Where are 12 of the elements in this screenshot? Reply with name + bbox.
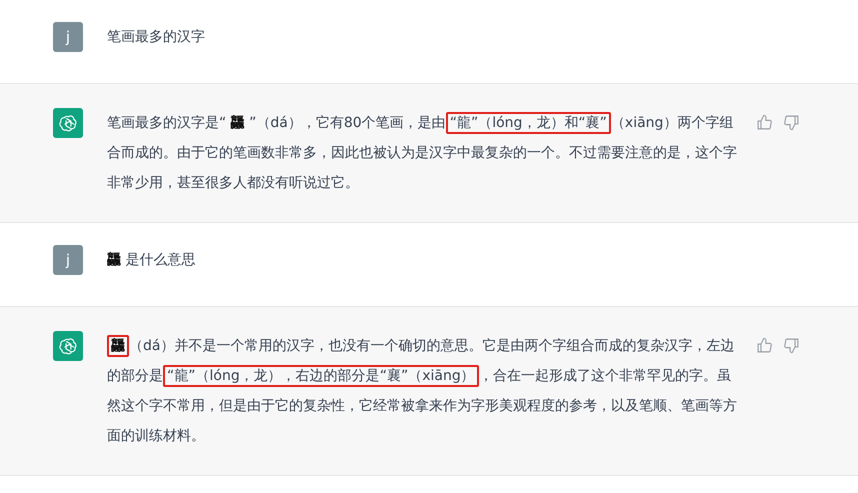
thumbs-down-icon[interactable] — [783, 337, 800, 354]
user-avatar: j — [53, 22, 83, 52]
assistant-logo-icon — [53, 331, 83, 361]
thumbs-down-icon[interactable] — [783, 114, 800, 131]
thumbs-up-icon[interactable] — [756, 114, 773, 131]
message-text: 笔画最多的汉字 — [107, 28, 206, 47]
message-text: 笔画最多的汉字是“ 龘 ”（dá），它有80个笔画，是由 “龍”（lóng，龙）和“襄” （xiāng）两个字组合而成的。由于它的笔画数非常多，因此也被认为是汉字中最复杂的一个。不过需要注意的是，这个字非常少用，甚至很多人都没有听说过它。 — [107, 108, 742, 198]
message-text: 龘 是什么意思 — [107, 250, 196, 270]
user-avatar: j — [53, 245, 83, 275]
thumbs-up-icon[interactable] — [756, 337, 773, 354]
assistant-logo-icon — [53, 108, 83, 138]
message-text: 龘 （dá）并不是一个常用的汉字，也没有一个确切的意思。它是由两个字组合而成的复杂汉字，左边的部分是 “龍”（lóng，龙），右边的部分是“襄”（xiāng） ，合在一起形成了这个非常罕见的字。虽然这个字不常用，但是由于它的复杂性，它经常被拿来作为字形美观程度的参考，以及笔顺、笔画等方面的训练材料。 — [107, 331, 742, 451]
